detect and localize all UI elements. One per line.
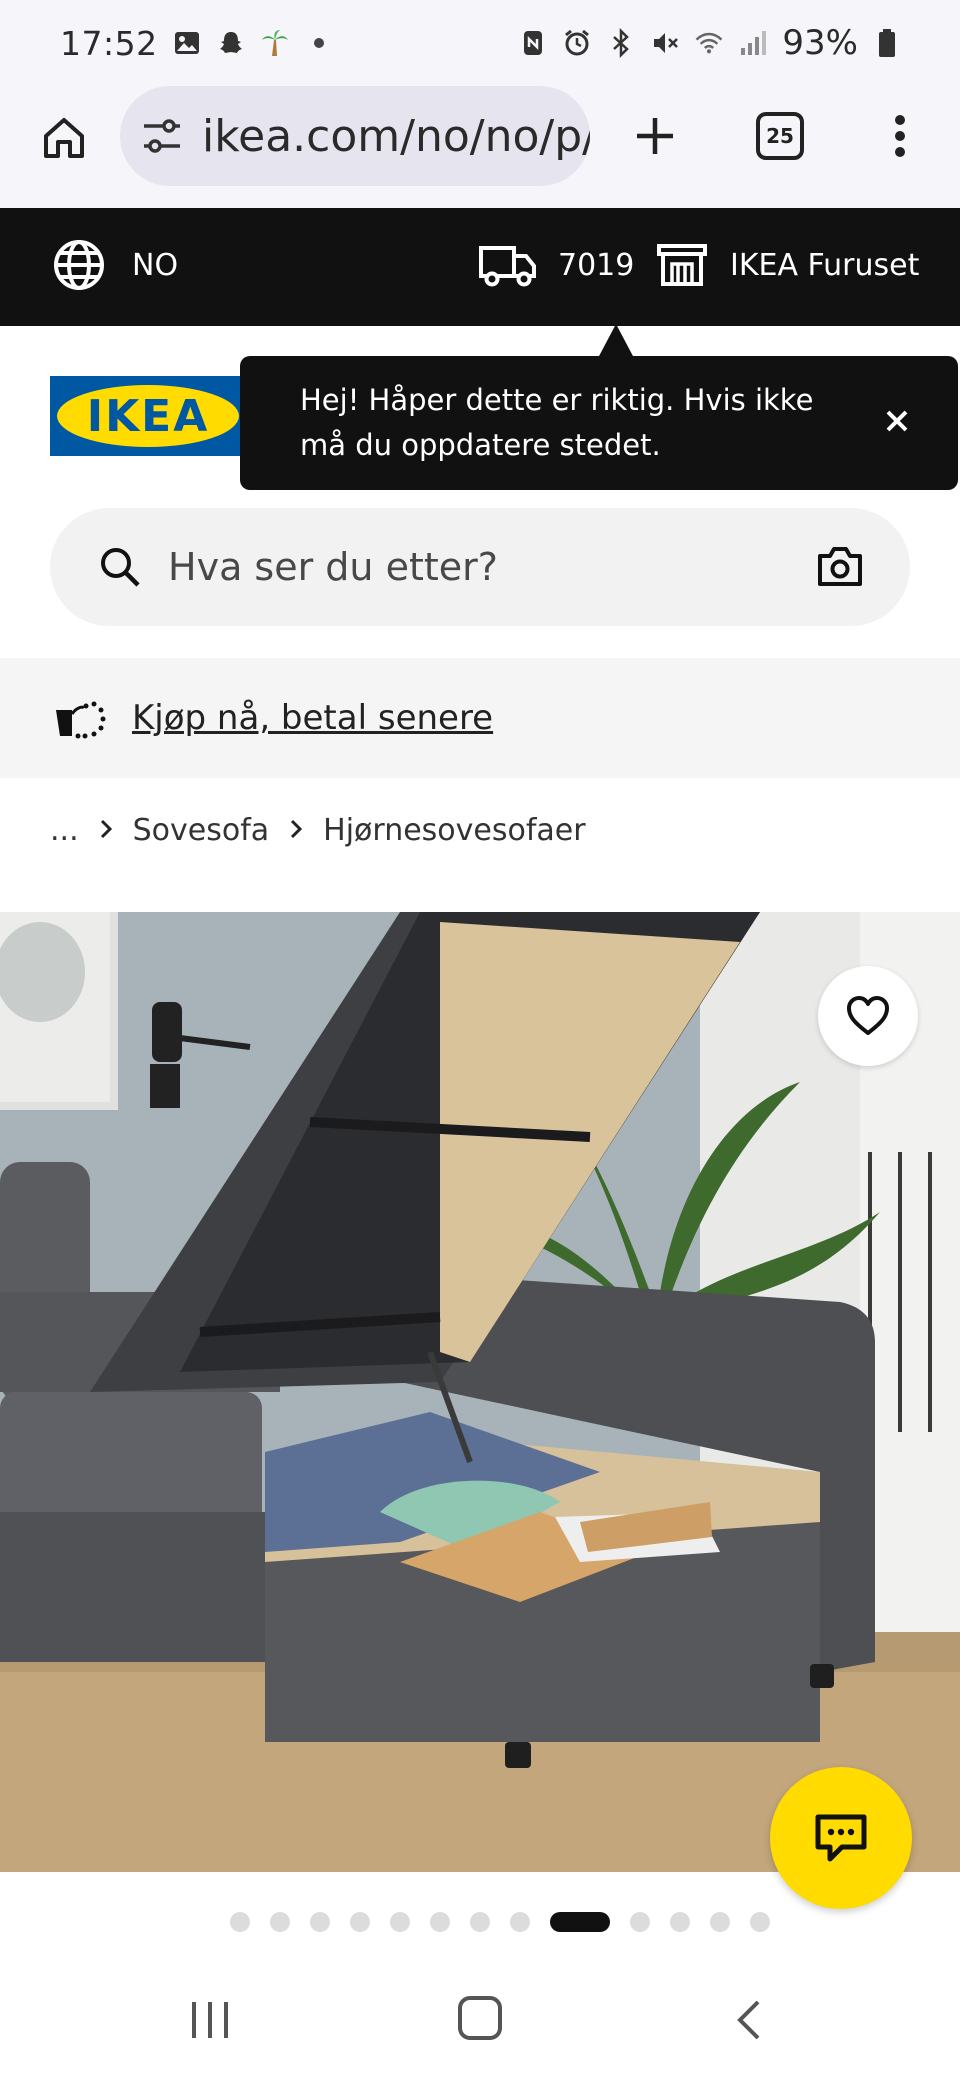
gallery-dot-active[interactable] [550,1912,610,1932]
dot-icon [304,28,334,58]
gallery-dot[interactable] [670,1912,690,1932]
nfc-icon [518,28,548,58]
palm-tree-icon [260,28,290,58]
financing-link[interactable]: Kjøp nå, betal senere [132,698,493,738]
status-bar: 17:52 93% [0,0,960,86]
payment-icon [56,701,106,739]
language-selector[interactable]: NO [52,238,178,292]
breadcrumb-item-sovesofa[interactable]: Sovesofa [133,813,270,848]
gallery-dot[interactable] [270,1912,290,1932]
gallery-dot[interactable] [710,1912,730,1932]
chat-button[interactable] [770,1767,912,1909]
gallery-dot[interactable] [470,1912,490,1932]
gallery-dot[interactable] [350,1912,370,1932]
tooltip-arrow [598,324,634,358]
breadcrumb-item-more[interactable]: ... [50,813,79,848]
close-icon [886,410,908,432]
globe-icon [54,240,104,290]
breadcrumb-item-hjornesovesofaer[interactable]: Hjørnesovesofaer [323,813,585,848]
gallery-icon [172,28,202,58]
search-icon [101,548,140,587]
gallery-dot[interactable] [630,1912,650,1932]
recent-apps-icon[interactable] [190,1998,230,2042]
delivery-postcode[interactable]: 7019 [478,242,634,288]
tab-switcher-button[interactable]: 25 [756,112,804,160]
chevron-right-icon [99,813,113,848]
store-label: IKEA Furuset [730,247,920,283]
home-button[interactable] [32,106,96,170]
back-icon[interactable] [734,1998,764,2042]
mute-icon [650,28,680,58]
store-selector[interactable]: IKEA Furuset [656,242,919,288]
gallery-dot[interactable] [510,1912,530,1932]
search-bar[interactable]: Hva ser du etter? [50,508,910,626]
gallery-dot[interactable] [310,1912,330,1932]
gallery-pagination[interactable] [230,1910,770,1934]
postcode-label: 7019 [558,247,635,283]
plus-icon [637,118,673,154]
home-icon [44,118,84,158]
bluetooth-icon [606,28,636,58]
address-bar[interactable]: ikea.com/no/no/p/f [120,86,590,186]
battery-icon [872,28,902,58]
chat-icon [815,1814,867,1862]
wifi-icon [694,28,724,58]
gallery-dot[interactable] [750,1912,770,1932]
status-bar-left: 17:52 [60,24,334,63]
new-tab-button[interactable] [625,104,685,168]
gallery-dot[interactable] [390,1912,410,1932]
logo-text: IKEA [86,390,210,442]
camera-search-icon[interactable] [816,544,864,590]
snapchat-icon [216,28,246,58]
tooltip-close-button[interactable] [880,404,914,438]
financing-banner[interactable]: Kjøp nå, betal senere [0,658,960,778]
truck-icon [479,246,536,287]
product-image[interactable] [0,912,960,1872]
status-time: 17:52 [60,23,158,63]
gallery-dot[interactable] [430,1912,450,1932]
location-tooltip: Hej! Håper dette er riktig. Hvis ikke må… [240,356,958,490]
tooltip-text: Hej! Håper dette er riktig. Hvis ikke må… [300,383,814,462]
ikea-top-bar: NO 7019 IKEA Furuset [0,208,960,326]
gallery-dot[interactable] [230,1912,250,1932]
logo-oval: IKEA [57,385,239,447]
more-vert-icon [895,115,905,157]
search-input[interactable]: Hva ser du etter? [168,545,498,589]
system-nav-bar [0,1960,960,2080]
chevron-right-icon [289,813,303,848]
status-bar-right: 93% [518,23,902,63]
url-text[interactable]: ikea.com/no/no/p/f [202,111,590,162]
alarm-icon [562,28,592,58]
wishlist-button[interactable] [818,966,918,1066]
browser-menu-button[interactable] [880,104,920,168]
signal-icon [738,28,768,58]
language-label: NO [132,247,179,283]
battery-percent: 93% [782,23,858,63]
store-icon [657,244,707,286]
sofa-bed-storage-photo [0,912,960,1872]
nav-home-button[interactable] [458,1996,502,2040]
browser-toolbar: ikea.com/no/no/p/f 25 [0,86,960,208]
site-settings-icon[interactable] [140,114,184,158]
heart-icon [847,996,889,1035]
breadcrumb: ... Sovesofa Hjørnesovesofaer [50,808,586,852]
ikea-logo[interactable]: IKEA [50,376,246,456]
